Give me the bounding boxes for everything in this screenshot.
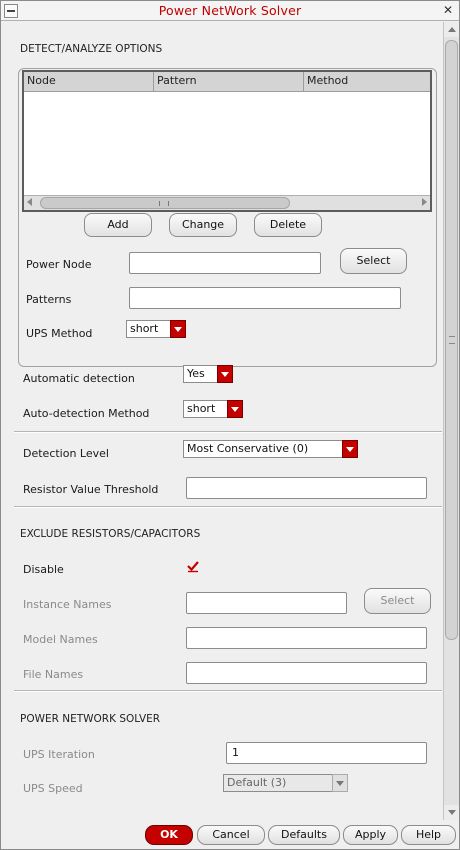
column-header-pattern[interactable]: Pattern: [154, 72, 304, 91]
power-node-input[interactable]: [129, 252, 321, 274]
apply-button[interactable]: Apply: [343, 825, 398, 845]
power-node-label: Power Node: [26, 258, 92, 271]
ups-method-dropdown[interactable]: short: [126, 320, 186, 338]
scroll-up-icon[interactable]: [444, 22, 459, 37]
detect-table[interactable]: Node Pattern Method: [22, 70, 432, 212]
ups-speed-label: UPS Speed: [23, 782, 83, 795]
separator: [14, 506, 442, 508]
ups-iteration-input[interactable]: 1: [226, 742, 427, 764]
table-horizontal-scrollbar[interactable]: [24, 195, 430, 210]
add-button[interactable]: Add: [84, 213, 152, 237]
section-title-exclude: EXCLUDE RESISTORS/CAPACITORS: [20, 528, 201, 540]
chevron-down-icon[interactable]: [170, 320, 186, 338]
dialog-window: Power NetWork Solver ✕ DETECT/ANALYZE OP…: [0, 0, 460, 850]
scroll-thumb[interactable]: [40, 197, 290, 209]
ups-method-label: UPS Method: [26, 327, 93, 340]
change-button[interactable]: Change: [169, 213, 237, 237]
chevron-down-icon[interactable]: [227, 400, 243, 418]
scroll-right-icon[interactable]: [422, 198, 427, 206]
automatic-detection-value: Yes: [187, 367, 205, 380]
form-content: DETECT/ANALYZE OPTIONS Node Pattern Meth…: [2, 22, 442, 820]
scroll-thumb[interactable]: [445, 40, 458, 640]
section-title-solver: POWER NETWORK SOLVER: [20, 713, 161, 725]
model-names-label: Model Names: [23, 633, 98, 646]
chevron-down-icon[interactable]: [342, 440, 358, 458]
model-names-input[interactable]: [186, 627, 427, 649]
section-title-detect: DETECT/ANALYZE OPTIONS: [20, 43, 163, 55]
scroll-down-icon[interactable]: [444, 805, 459, 820]
ok-button[interactable]: OK: [145, 825, 193, 845]
ups-speed-value: Default (3): [227, 776, 287, 789]
file-names-input[interactable]: [186, 662, 427, 684]
detection-level-dropdown[interactable]: Most Conservative (0): [183, 440, 358, 458]
help-button[interactable]: Help: [401, 825, 456, 845]
instance-names-label: Instance Names: [23, 598, 112, 611]
auto-detection-method-dropdown[interactable]: short: [183, 400, 243, 418]
window-title: Power NetWork Solver: [158, 3, 302, 18]
title-bar: Power NetWork Solver ✕: [1, 1, 459, 21]
defaults-button[interactable]: Defaults: [268, 825, 340, 845]
power-node-select-button[interactable]: Select: [340, 248, 407, 274]
separator: [14, 690, 442, 692]
ups-iteration-label: UPS Iteration: [23, 748, 95, 761]
detection-level-value: Most Conservative (0): [187, 442, 309, 455]
disable-label: Disable: [23, 563, 64, 576]
automatic-detection-label: Automatic detection: [23, 372, 135, 385]
automatic-detection-dropdown[interactable]: Yes: [183, 365, 233, 383]
table-header: Node Pattern Method: [24, 72, 430, 92]
separator: [14, 431, 442, 433]
instance-names-input[interactable]: [186, 592, 347, 614]
instance-names-select-button[interactable]: Select: [364, 588, 431, 614]
patterns-input[interactable]: [129, 287, 401, 309]
file-names-label: File Names: [23, 668, 84, 681]
cancel-button[interactable]: Cancel: [197, 825, 265, 845]
detection-level-label: Detection Level: [23, 447, 109, 460]
column-header-method[interactable]: Method: [304, 72, 430, 91]
column-header-node[interactable]: Node: [24, 72, 154, 91]
patterns-label: Patterns: [26, 293, 72, 306]
ups-speed-dropdown[interactable]: Default (3): [223, 774, 348, 792]
auto-detection-method-label: Auto-detection Method: [23, 407, 150, 420]
auto-detection-method-value: short: [187, 402, 216, 415]
chevron-down-icon[interactable]: [332, 774, 348, 792]
close-icon[interactable]: ✕: [441, 3, 455, 17]
action-bar: OK Cancel Defaults Apply Help: [2, 821, 458, 849]
vertical-scrollbar[interactable]: [443, 22, 459, 820]
resistor-threshold-label: Resistor Value Threshold: [23, 483, 159, 496]
delete-button[interactable]: Delete: [254, 213, 322, 237]
ups-method-value: short: [130, 322, 159, 335]
chevron-down-icon[interactable]: [217, 365, 233, 383]
disable-checkbox-check-icon[interactable]: [186, 559, 200, 573]
resistor-threshold-input[interactable]: [186, 477, 427, 499]
scroll-left-icon[interactable]: [27, 198, 32, 206]
